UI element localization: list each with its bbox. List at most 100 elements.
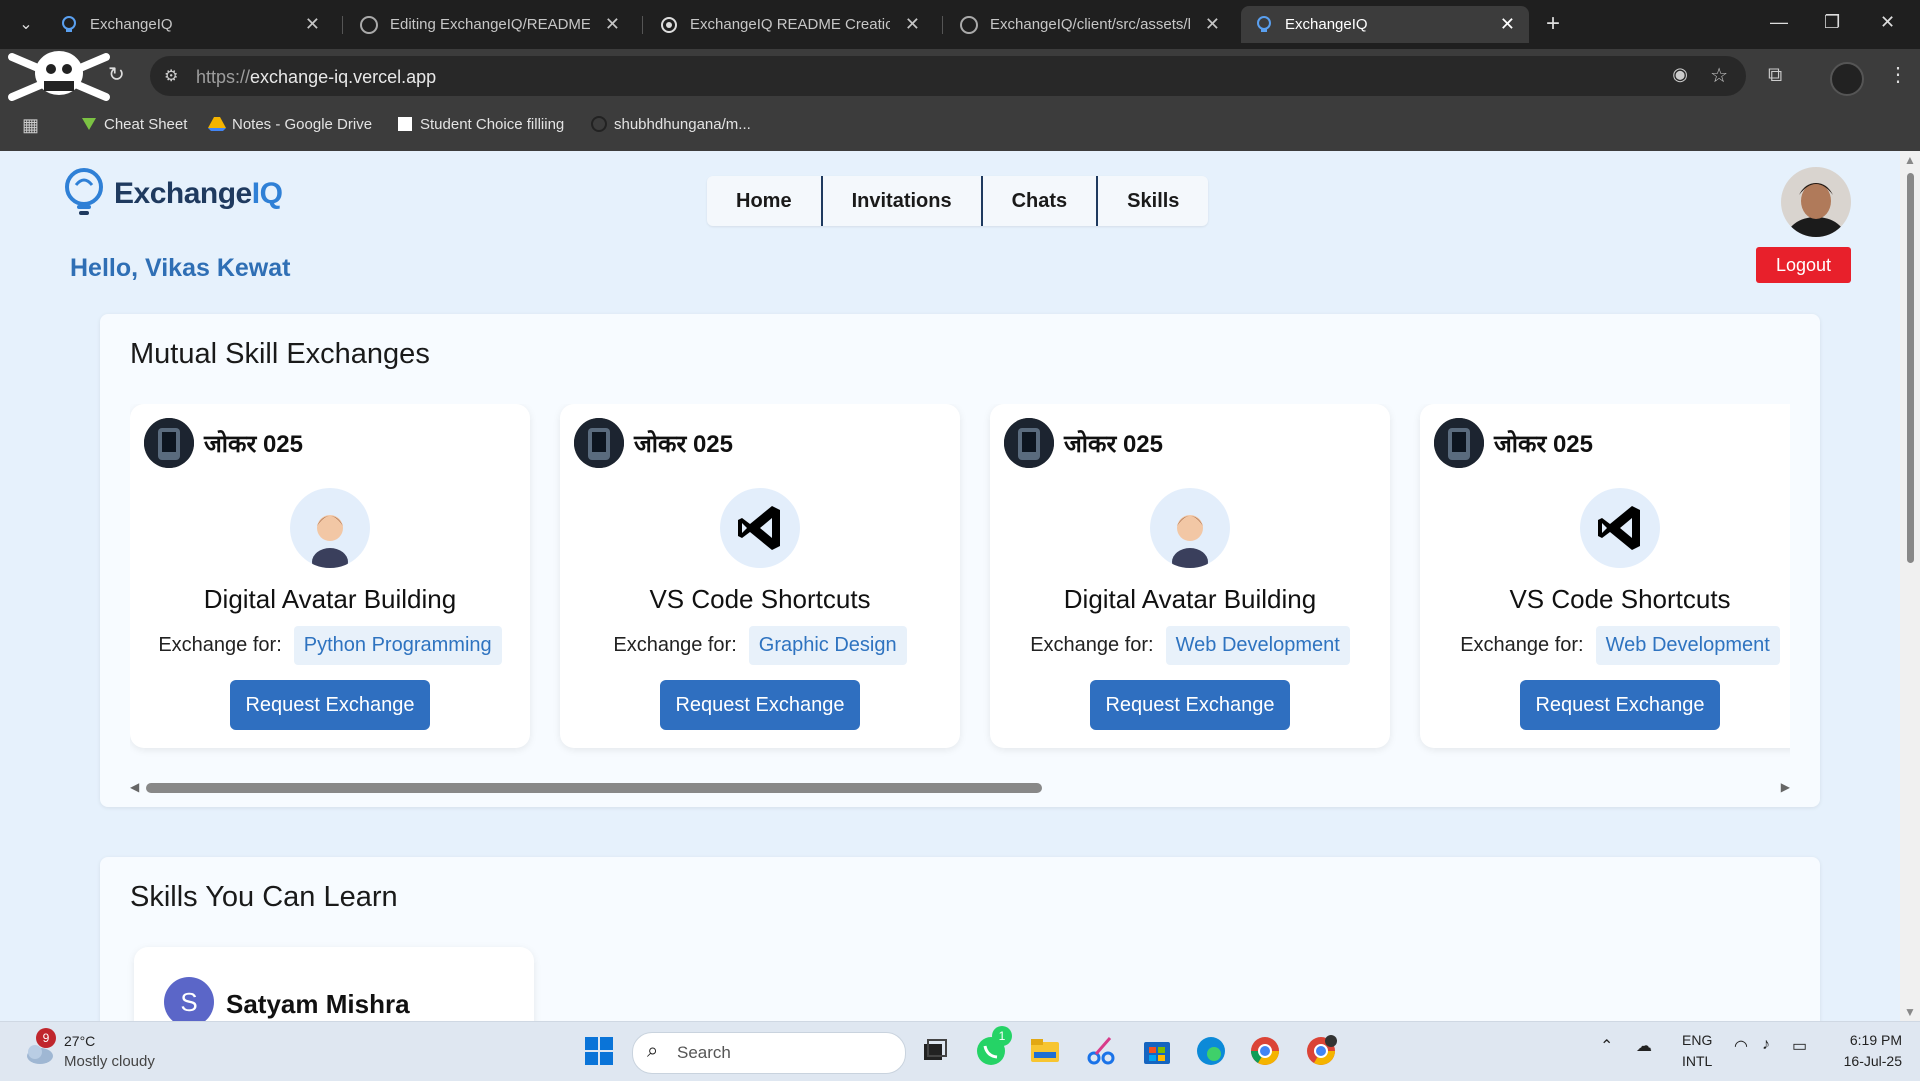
wifi-icon[interactable]: ◠ [1734, 1036, 1748, 1056]
page-viewport: ExchangeIQ Home Invitations Chats Skills… [0, 151, 1900, 1021]
microsoft-store-icon[interactable] [1140, 1034, 1174, 1068]
page-vertical-scrollbar[interactable]: ▲ ▼ [1900, 151, 1920, 1021]
bookmark-item[interactable]: Notes - Google Drive [208, 116, 372, 133]
volume-icon[interactable]: ♪ [1762, 1036, 1770, 1054]
document-icon [398, 117, 412, 131]
restore-icon[interactable]: ❐ [1824, 12, 1840, 33]
learn-card: S Satyam Mishra [134, 947, 534, 1021]
user-profile-pic[interactable] [574, 418, 624, 468]
bookmark-star-icon[interactable]: ☆ [1710, 63, 1728, 88]
bookmark-item[interactable]: Student Choice filliing [396, 116, 564, 133]
close-icon[interactable]: ✕ [1500, 6, 1515, 43]
exchange-skill-badge: Graphic Design [748, 626, 907, 665]
site-settings-icon[interactable]: ⚙ [164, 66, 178, 86]
user-profile-pic[interactable] [144, 418, 194, 468]
scroll-left-arrow-icon[interactable]: ◀ [130, 780, 139, 794]
nav-invitations[interactable]: Invitations [823, 176, 983, 226]
section-title: Mutual Skill Exchanges [130, 338, 430, 370]
address-bar[interactable]: ⚙ https://exchange-iq.vercel.app ◉ ☆ [150, 56, 1746, 96]
tab-search-button[interactable]: ⌄ [10, 10, 42, 40]
user-photo-icon [1434, 418, 1484, 468]
bookmark-item[interactable]: shubhdhungana/m... [590, 116, 751, 133]
card-user: जोकर 025 [1434, 418, 1593, 468]
scroll-up-arrow-icon[interactable]: ▲ [1904, 153, 1916, 167]
request-exchange-button[interactable]: Request Exchange [230, 680, 430, 730]
github-favicon-icon [360, 16, 378, 34]
scrollbar-thumb[interactable] [146, 783, 1042, 793]
show-hidden-icons-chevron-icon[interactable]: ⌃ [1600, 1036, 1613, 1056]
nav-home[interactable]: Home [707, 176, 823, 226]
exchange-skill-badge: Web Development [1595, 626, 1780, 665]
close-icon[interactable]: ✕ [305, 6, 320, 43]
horizontal-scrollbar[interactable]: ◀ ▶ [130, 780, 1790, 794]
bookmark-item[interactable]: Cheat Sheet [80, 116, 187, 133]
browser-tab[interactable]: ExchangeIQ ✕ [46, 6, 334, 43]
user-avatar[interactable] [1781, 167, 1851, 237]
user-profile-pic[interactable] [1434, 418, 1484, 468]
exchange-for-label: Exchange for: [613, 634, 737, 656]
clock-time[interactable]: 6:19 PM [1840, 1032, 1902, 1048]
nav-chats[interactable]: Chats [983, 176, 1099, 226]
task-view-icon[interactable] [918, 1034, 952, 1068]
skills-to-learn-section: Skills You Can Learn S Satyam Mishra [100, 857, 1820, 1021]
browser-tab[interactable]: ExchangeIQ/client/src/assets/lo ✕ [946, 6, 1234, 43]
chrome-icon[interactable] [1248, 1034, 1282, 1068]
vscode-icon [1580, 488, 1660, 568]
tab-title: ExchangeIQ [1285, 16, 1368, 33]
scroll-down-arrow-icon[interactable]: ▼ [1904, 1005, 1916, 1019]
browser-tab-active[interactable]: ExchangeIQ ✕ [1241, 6, 1529, 43]
new-tab-plus-icon[interactable]: + [1546, 10, 1560, 38]
card-username: जोकर 025 [204, 430, 303, 458]
browser-tab[interactable]: ExchangeIQ README Creation ✕ [646, 6, 934, 43]
main-nav: Home Invitations Chats Skills [707, 176, 1209, 226]
keyboard-layout[interactable]: INTL [1682, 1053, 1712, 1069]
user-profile-pic[interactable] [1004, 418, 1054, 468]
close-icon[interactable]: ✕ [1205, 6, 1220, 43]
request-exchange-button[interactable]: Request Exchange [1520, 680, 1720, 730]
battery-icon[interactable]: ▭ [1792, 1036, 1807, 1056]
close-window-icon[interactable]: ✕ [1880, 12, 1895, 33]
reload-icon[interactable]: ↻ [108, 62, 125, 87]
extensions-puzzle-icon[interactable]: ⧉ [1768, 64, 1782, 87]
scroll-right-arrow-icon[interactable]: ▶ [1781, 780, 1790, 794]
onedrive-cloud-icon[interactable]: ☁ [1636, 1036, 1652, 1056]
browser-profile-avatar[interactable] [1830, 62, 1864, 96]
request-exchange-button[interactable]: Request Exchange [1090, 680, 1290, 730]
logout-button[interactable]: Logout [1756, 247, 1851, 283]
file-explorer-icon[interactable] [1028, 1034, 1062, 1068]
taskbar-search[interactable]: ⌕ Search [632, 1032, 906, 1074]
request-exchange-button[interactable]: Request Exchange [660, 680, 860, 730]
bookmarks-bar: ▦ Cheat Sheet Notes - Google Drive Stude… [0, 101, 1920, 152]
chrome-profile-icon[interactable] [1304, 1034, 1338, 1068]
close-icon[interactable]: ✕ [605, 6, 620, 43]
windows-start-icon[interactable] [582, 1034, 616, 1068]
language-indicator[interactable]: ENG [1682, 1032, 1712, 1048]
exchange-cards-scroller[interactable]: जोकर 025 Digital Avatar Building Exchang… [130, 404, 1790, 764]
exchange-for-label: Exchange for: [1030, 634, 1154, 656]
close-icon[interactable]: ✕ [905, 6, 920, 43]
github-favicon-icon [960, 16, 978, 34]
card-skill-title: VS Code Shortcuts [649, 584, 871, 614]
apps-grid-icon[interactable]: ▦ [22, 115, 39, 136]
scrollbar-thumb[interactable] [1907, 173, 1914, 563]
weather-description[interactable]: Mostly cloudy [64, 1053, 155, 1070]
browser-tab[interactable]: Editing ExchangeIQ/README.md ✕ [346, 6, 634, 43]
nav-skills[interactable]: Skills [1098, 176, 1208, 226]
tab-divider [942, 16, 943, 34]
snipping-tool-icon[interactable] [1084, 1034, 1118, 1068]
person-avatar-icon [1150, 488, 1230, 568]
bulb-favicon-icon [62, 16, 76, 32]
clock-date[interactable]: 16-Jul-25 [1834, 1053, 1902, 1069]
minimize-icon[interactable]: — [1770, 12, 1788, 33]
exchange-card: जोकर 025 Digital Avatar Building Exchang… [130, 404, 530, 748]
eye-off-icon[interactable]: ◉ [1672, 64, 1688, 85]
kebab-menu-icon[interactable]: ⋮ [1888, 62, 1908, 87]
weather-temperature[interactable]: 27°C [64, 1033, 95, 1049]
edge-browser-icon[interactable] [1194, 1034, 1228, 1068]
pirate-skull-profile-icon[interactable] [6, 47, 112, 103]
tab-divider [342, 16, 343, 34]
app-logo-text[interactable]: ExchangeIQ [114, 177, 283, 211]
lightbulb-logo-icon[interactable] [62, 167, 108, 221]
url-text[interactable]: https://exchange-iq.vercel.app [196, 67, 436, 88]
user-initial-avatar[interactable]: S [164, 977, 214, 1021]
